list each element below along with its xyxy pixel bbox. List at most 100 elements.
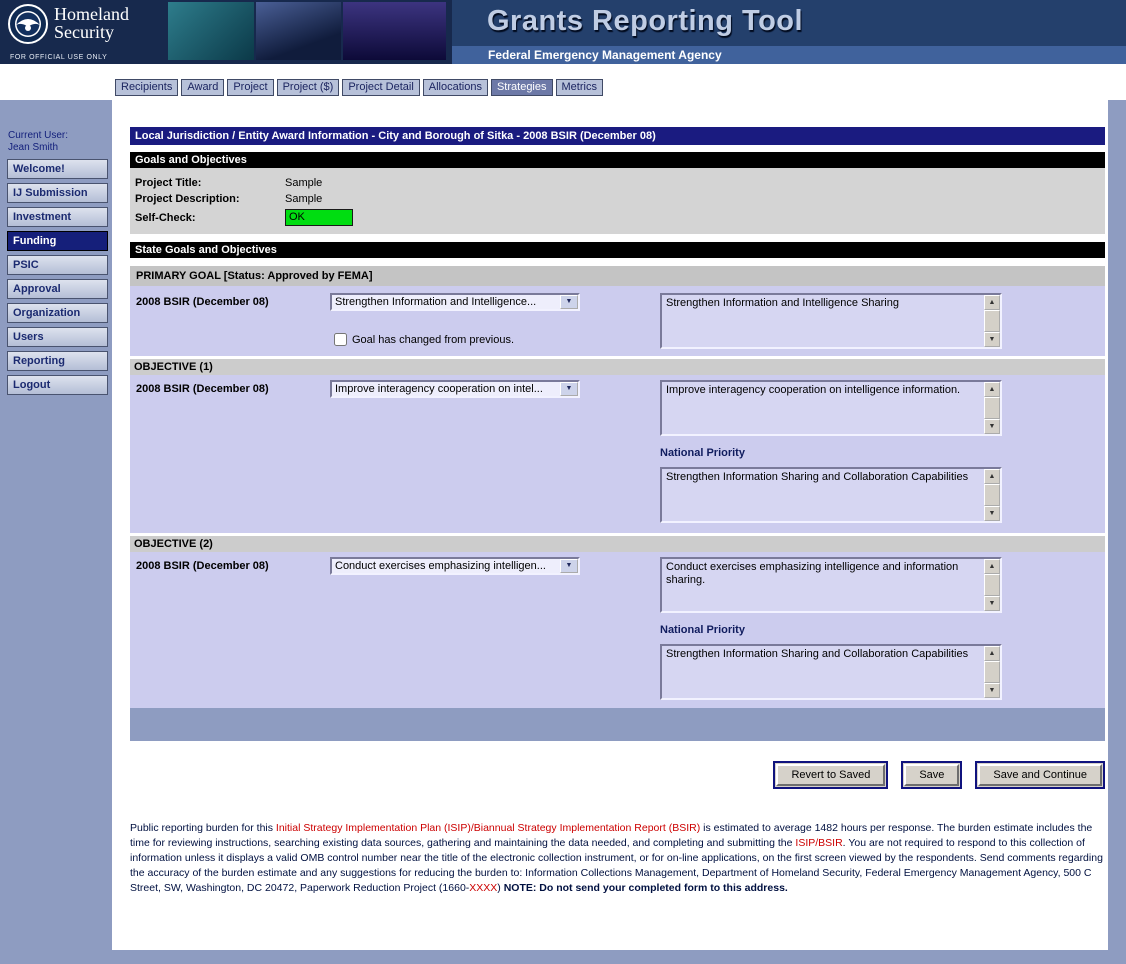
sidebar-item-investment[interactable]: Investment (7, 207, 108, 227)
tab-metrics[interactable]: Metrics (556, 79, 603, 96)
isip-bsir-short-link[interactable]: ISIP/BSIR (795, 837, 842, 849)
app-title: Grants Reporting Tool (487, 5, 803, 38)
page-body: Current User: Jean Smith Welcome! IJ Sub… (0, 100, 1126, 964)
goal-changed-row: Goal has changed from previous. (334, 333, 514, 346)
objective-2-section: 2008 BSIR (December 08) Conduct exercise… (130, 552, 1105, 708)
current-user: Current User: Jean Smith (8, 130, 68, 154)
objective-1-national-priority-text: Strengthen Information Sharing and Colla… (666, 471, 980, 484)
primary-goal-text: Strengthen Information and Intelligence … (666, 297, 980, 310)
scroll-thumb[interactable] (984, 310, 1000, 332)
sidebar-item-reporting[interactable]: Reporting (7, 351, 108, 371)
current-user-name: Jean Smith (8, 142, 68, 154)
chevron-down-icon[interactable]: ▼ (560, 559, 578, 573)
collage-photo (168, 2, 254, 60)
primary-goal-textarea[interactable]: Strengthen Information and Intelligence … (660, 293, 1002, 349)
omb-number-link[interactable]: XXXX (469, 882, 497, 894)
chevron-down-icon[interactable]: ▼ (560, 295, 578, 309)
brand-line2: Security (54, 23, 129, 41)
dhs-brand-block: Homeland Security FOR OFFICIAL USE ONLY (0, 0, 452, 64)
project-description-value: Sample (285, 193, 322, 205)
scroll-up-icon[interactable]: ▲ (984, 469, 1000, 484)
scrollbar[interactable]: ▲ ▼ (984, 382, 1000, 434)
project-title-row: Project Title: Sample (135, 177, 1105, 189)
scroll-thumb[interactable] (984, 574, 1000, 596)
tab-bar: Recipients Award Project Project ($) Pro… (115, 79, 603, 96)
brand-wordmark: Homeland Security (54, 5, 129, 41)
project-title-label: Project Title: (135, 177, 285, 189)
sidebar-item-welcome[interactable]: Welcome! (7, 159, 108, 179)
scroll-down-icon[interactable]: ▼ (984, 419, 1000, 434)
sidebar-item-users[interactable]: Users (7, 327, 108, 347)
sidebar-item-ij-submission[interactable]: IJ Submission (7, 183, 108, 203)
project-description-label: Project Description: (135, 193, 285, 205)
primary-goal-select[interactable]: Strengthen Information and Intelligence.… (330, 293, 580, 311)
scroll-up-icon[interactable]: ▲ (984, 382, 1000, 397)
fouo-label: FOR OFFICIAL USE ONLY (10, 54, 107, 61)
scrollbar[interactable]: ▲ ▼ (984, 295, 1000, 347)
sidebar-item-approval[interactable]: Approval (7, 279, 108, 299)
collage-photo (343, 2, 446, 60)
project-title-value: Sample (285, 177, 322, 189)
scroll-down-icon[interactable]: ▼ (984, 506, 1000, 521)
chevron-down-icon[interactable]: ▼ (560, 382, 578, 396)
primary-goal-section: 2008 BSIR (December 08) Strengthen Infor… (130, 286, 1105, 356)
objective-1-section: 2008 BSIR (December 08) Improve interage… (130, 375, 1105, 533)
scroll-up-icon[interactable]: ▲ (984, 646, 1000, 661)
scrollbar[interactable]: ▲ ▼ (984, 646, 1000, 698)
objective-2-national-priority-text: Strengthen Information Sharing and Colla… (666, 648, 980, 661)
scroll-thumb[interactable] (984, 397, 1000, 419)
scrollbar[interactable]: ▲ ▼ (984, 469, 1000, 521)
header-photo-collage (168, 2, 446, 60)
objective-2-national-priority-textarea[interactable]: Strengthen Information Sharing and Colla… (660, 644, 1002, 700)
collage-photo (256, 2, 342, 60)
sidebar-item-funding[interactable]: Funding (7, 231, 108, 251)
primary-goal-selected-option: Strengthen Information and Intelligence.… (335, 296, 560, 308)
goal-changed-label: Goal has changed from previous. (352, 334, 514, 346)
dhs-seal-icon (8, 4, 48, 49)
objective-1-textarea[interactable]: Improve interagency cooperation on intel… (660, 380, 1002, 436)
project-description-row: Project Description: Sample (135, 193, 1105, 205)
objective-1-national-priority-textarea[interactable]: Strengthen Information Sharing and Colla… (660, 467, 1002, 523)
scroll-up-icon[interactable]: ▲ (984, 559, 1000, 574)
scroll-up-icon[interactable]: ▲ (984, 295, 1000, 310)
objective-1-text: Improve interagency cooperation on intel… (666, 384, 980, 397)
save-and-continue-button[interactable]: Save and Continue (978, 764, 1102, 786)
objective-1-selected-option: Improve interagency cooperation on intel… (335, 383, 560, 395)
goal-changed-checkbox[interactable] (334, 333, 347, 346)
isip-bsir-link[interactable]: Initial Strategy Implementation Plan (IS… (276, 822, 700, 834)
burden-note: NOTE: Do not send your completed form to… (504, 882, 788, 894)
scroll-down-icon[interactable]: ▼ (984, 683, 1000, 698)
sidebar-item-psic[interactable]: PSIC (7, 255, 108, 275)
sidebar: Current User: Jean Smith Welcome! IJ Sub… (0, 100, 112, 964)
objective-1-period-label: 2008 BSIR (December 08) (136, 383, 269, 395)
objective-2-textarea[interactable]: Conduct exercises emphasizing intelligen… (660, 557, 1002, 613)
scroll-thumb[interactable] (984, 484, 1000, 506)
app-header: Federal Emergency Management Agency Gran… (0, 0, 1126, 64)
sidebar-nav: Welcome! IJ Submission Investment Fundin… (7, 159, 108, 399)
tab-project-detail[interactable]: Project Detail (342, 79, 419, 96)
burden-text: Public reporting burden for this (130, 822, 276, 834)
tab-recipients[interactable]: Recipients (115, 79, 178, 96)
action-button-row: Revert to Saved Save Save and Continue (130, 761, 1105, 789)
sidebar-item-organization[interactable]: Organization (7, 303, 108, 323)
scroll-down-icon[interactable]: ▼ (984, 332, 1000, 347)
sidebar-item-logout[interactable]: Logout (7, 375, 108, 395)
scrollbar[interactable]: ▲ ▼ (984, 559, 1000, 611)
tab-strategies[interactable]: Strategies (491, 79, 553, 96)
scroll-down-icon[interactable]: ▼ (984, 596, 1000, 611)
tab-band: Recipients Award Project Project ($) Pro… (0, 64, 1126, 100)
self-check-label: Self-Check: (135, 212, 285, 224)
tab-allocations[interactable]: Allocations (423, 79, 488, 96)
objective-1-select[interactable]: Improve interagency cooperation on intel… (330, 380, 580, 398)
goals-objectives-header: Goals and Objectives (130, 152, 1105, 168)
self-check-status-field: OK (285, 209, 353, 226)
tab-award[interactable]: Award (181, 79, 224, 96)
page-title: Local Jurisdiction / Entity Award Inform… (130, 127, 1105, 145)
burden-statement: Public reporting burden for this Initial… (130, 821, 1105, 896)
objective-2-select[interactable]: Conduct exercises emphasizing intelligen… (330, 557, 580, 575)
revert-to-saved-button[interactable]: Revert to Saved (776, 764, 885, 786)
save-button[interactable]: Save (904, 764, 959, 786)
scroll-thumb[interactable] (984, 661, 1000, 683)
tab-project-dollars[interactable]: Project ($) (277, 79, 340, 96)
tab-project[interactable]: Project (227, 79, 273, 96)
